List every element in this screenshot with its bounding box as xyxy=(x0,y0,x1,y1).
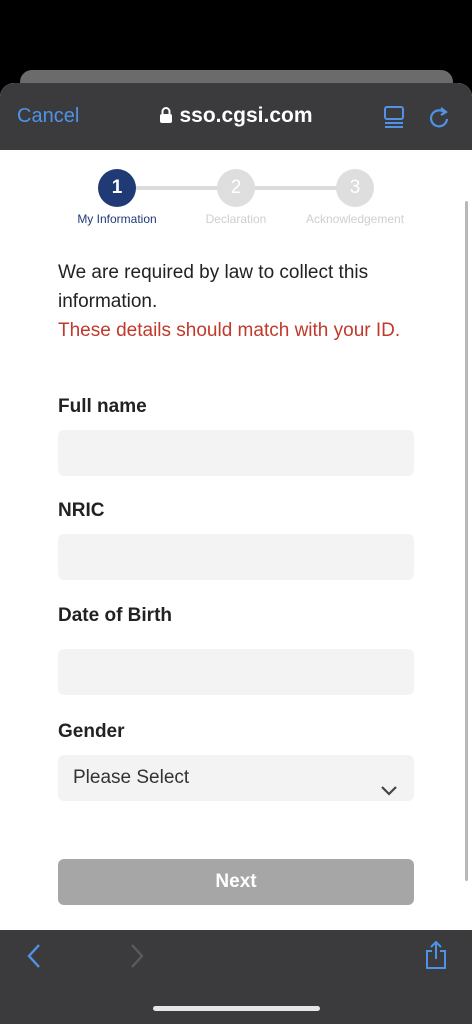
forward-arrow-icon[interactable] xyxy=(127,942,147,975)
full-name-label: Full name xyxy=(58,396,147,417)
dob-input[interactable] xyxy=(58,649,414,695)
share-icon[interactable] xyxy=(424,940,448,975)
step-2-circle: 2 xyxy=(217,169,255,207)
lock-icon xyxy=(159,106,173,130)
gender-selected-value: Please Select xyxy=(73,767,190,788)
browser-sheet: Cancel sso.cgsi.com 1 2 3 My Information… xyxy=(0,83,472,1024)
scrollbar[interactable] xyxy=(465,201,468,881)
dob-label: Date of Birth xyxy=(58,605,172,626)
step-3-label: Acknowledgement xyxy=(305,212,405,226)
next-button[interactable]: Next xyxy=(58,859,414,905)
nric-input[interactable] xyxy=(58,534,414,580)
back-arrow-icon[interactable] xyxy=(25,942,45,975)
progress-stepper: 1 2 3 My Information Declaration Acknowl… xyxy=(0,150,472,230)
home-indicator xyxy=(153,1006,320,1011)
browser-header: Cancel sso.cgsi.com xyxy=(0,83,472,150)
reload-icon[interactable] xyxy=(428,105,450,134)
chevron-down-icon xyxy=(379,769,399,815)
page-content: 1 2 3 My Information Declaration Acknowl… xyxy=(0,150,472,930)
nric-label: NRIC xyxy=(58,500,105,521)
url-text: sso.cgsi.com xyxy=(179,104,313,127)
intro-text: We are required by law to collect this i… xyxy=(58,258,418,345)
id-match-warning: These details should match with your ID. xyxy=(58,320,401,341)
gender-label: Gender xyxy=(58,721,125,742)
step-3-circle: 3 xyxy=(336,169,374,207)
gender-select[interactable]: Please Select xyxy=(58,755,414,801)
full-name-input[interactable] xyxy=(58,430,414,476)
step-1-circle: 1 xyxy=(98,169,136,207)
legal-notice: We are required by law to collect this i… xyxy=(58,262,369,312)
reader-view-icon[interactable] xyxy=(383,105,405,134)
